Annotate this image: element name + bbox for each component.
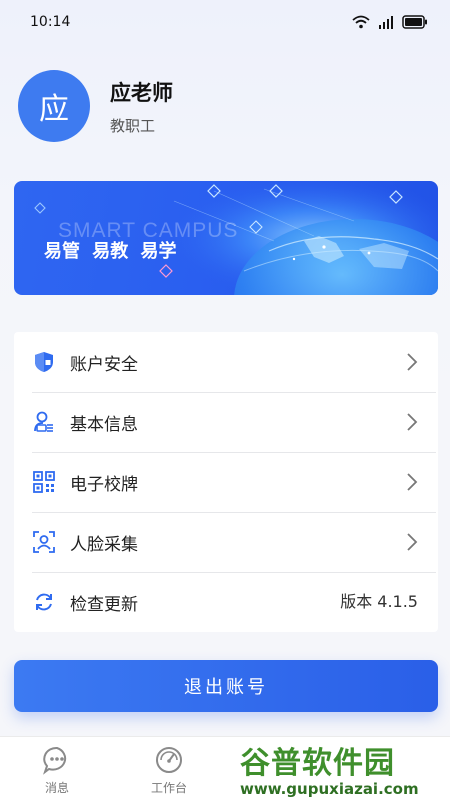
status-icons bbox=[352, 15, 428, 29]
tab-messages[interactable]: 消息 bbox=[2, 737, 112, 800]
chevron-right-icon bbox=[407, 353, 418, 371]
version-text: 版本 4.1.5 bbox=[340, 592, 418, 611]
menu-item-face-capture[interactable]: 人脸采集 bbox=[14, 512, 438, 572]
menu-item-label: 电子校牌 bbox=[70, 474, 138, 495]
menu-item-label: 检查更新 bbox=[70, 594, 138, 615]
user-role: 教职工 bbox=[110, 116, 156, 135]
watermark-text: 谷普软件园 bbox=[240, 746, 395, 781]
site-watermark: 谷普软件园 www.gupuxiazai.com bbox=[240, 738, 450, 800]
wifi-icon bbox=[352, 15, 370, 29]
menu-item-basic-info[interactable]: 基本信息 bbox=[14, 392, 438, 452]
menu-item-label: 基本信息 bbox=[70, 414, 138, 435]
banner-slogan: 易管 易教 易学 bbox=[44, 241, 177, 262]
logout-button[interactable]: 退出账号 bbox=[14, 660, 438, 712]
menu-item-check-update[interactable]: 检查更新 版本 4.1.5 bbox=[14, 572, 438, 632]
tab-label: 工作台 bbox=[150, 781, 187, 795]
face-scan-icon bbox=[32, 530, 56, 554]
tab-workbench[interactable]: 工作台 bbox=[114, 737, 224, 800]
watermark-url: www.gupuxiazai.com bbox=[240, 780, 419, 798]
status-time: 10:14 bbox=[30, 14, 71, 30]
message-icon bbox=[43, 746, 67, 775]
smart-campus-banner[interactable]: SMART CAMPUS 易管 易教 易学 bbox=[14, 181, 438, 295]
settings-menu: 账户安全 基本信息 电子校牌 人脸采集 检查更新 版本 4.1.5 bbox=[14, 332, 438, 632]
profile-header: 应 应老师 教职工 bbox=[18, 70, 173, 142]
battery-icon bbox=[402, 15, 427, 29]
refresh-icon bbox=[32, 590, 56, 614]
profile-info: 应老师 教职工 bbox=[110, 77, 173, 136]
tab-label: 消息 bbox=[44, 781, 69, 795]
menu-item-account-security[interactable]: 账户安全 bbox=[14, 332, 438, 392]
menu-item-electronic-badge[interactable]: 电子校牌 bbox=[14, 452, 438, 512]
signal-icon bbox=[379, 16, 393, 29]
avatar[interactable]: 应 bbox=[18, 70, 90, 142]
menu-item-label: 人脸采集 bbox=[70, 534, 138, 555]
user-name: 应老师 bbox=[110, 80, 173, 105]
chevron-right-icon bbox=[407, 413, 418, 431]
qr-code-icon bbox=[32, 470, 56, 494]
user-info-icon bbox=[32, 410, 56, 434]
chevron-right-icon bbox=[407, 533, 418, 551]
chevron-right-icon bbox=[407, 473, 418, 491]
dashboard-icon bbox=[156, 747, 182, 773]
status-bar: 10:14 bbox=[0, 0, 450, 44]
menu-item-label: 账户安全 bbox=[70, 354, 138, 375]
shield-icon bbox=[32, 350, 56, 374]
